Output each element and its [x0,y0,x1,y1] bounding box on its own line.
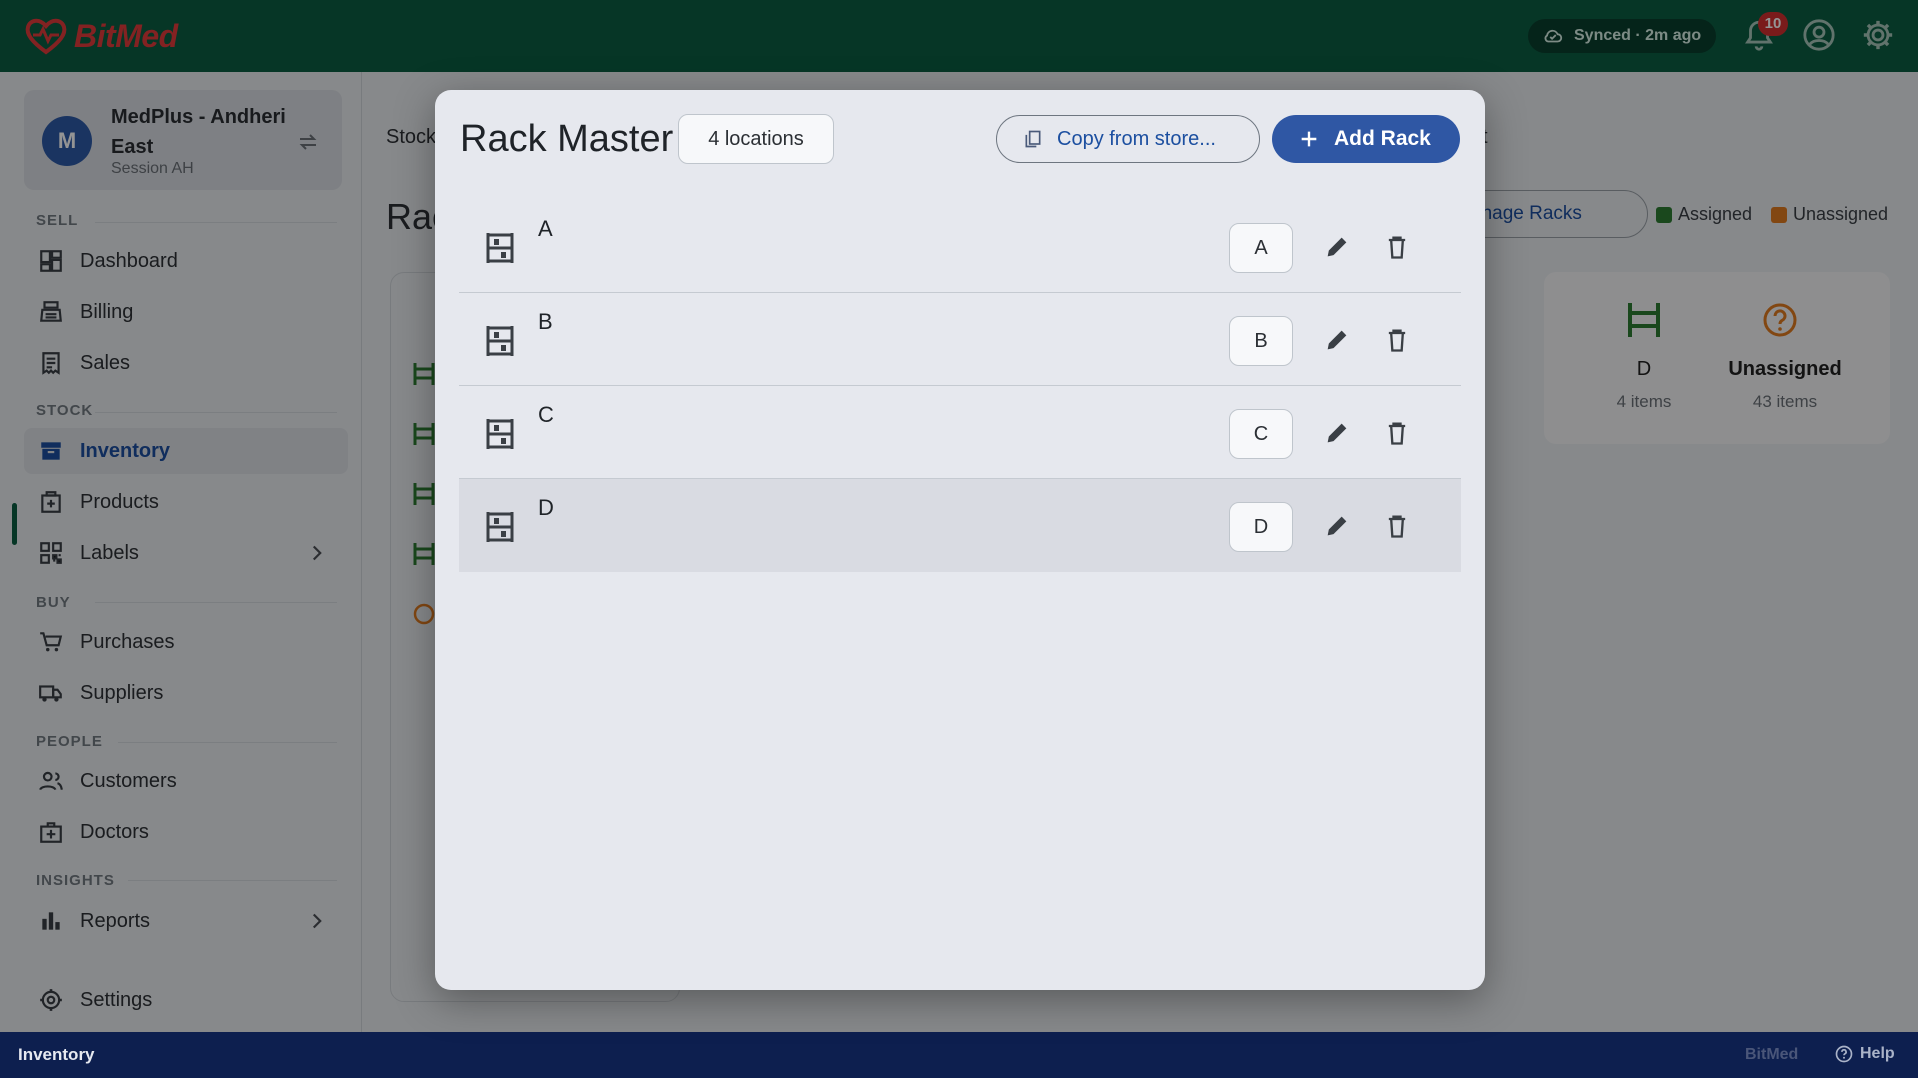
pencil-icon[interactable] [1323,233,1351,261]
status-bar-brand: BitMed [1745,1046,1799,1063]
copy-from-store-label: Copy from store... [1057,127,1216,150]
rack-row[interactable]: A A [459,200,1461,293]
rack-icon [486,419,514,449]
rack-code-badge: C [1229,409,1293,459]
plus-icon [1301,131,1317,147]
rack-icon [486,233,514,263]
trash-icon[interactable] [1383,512,1411,540]
copy-from-store-button[interactable]: Copy from store... [996,115,1260,163]
status-bar: Inventory BitMed Help [0,1032,1918,1078]
copy-icon [1025,130,1041,148]
rack-name: D [538,495,554,520]
status-bar-page: Inventory [18,1045,95,1064]
rack-icon [486,512,514,542]
pencil-icon[interactable] [1323,419,1351,447]
rack-list: A A B B C C D D [459,200,1461,572]
rack-name: B [538,309,553,334]
trash-icon[interactable] [1383,233,1411,261]
rack-name: A [538,216,553,241]
help-label: Help [1860,1045,1895,1062]
rack-row[interactable]: B B [459,293,1461,386]
rack-name: C [538,402,554,427]
help-link[interactable]: Help [1834,1044,1895,1064]
rack-code-badge: B [1229,316,1293,366]
trash-icon[interactable] [1383,419,1411,447]
rack-icon [486,326,514,356]
dialog-title: Rack Master [460,118,674,160]
rack-master-dialog: Rack Master 4 locations Copy from store.… [435,90,1485,990]
add-rack-label: Add Rack [1334,127,1431,150]
rack-row[interactable]: D D [459,479,1461,572]
add-rack-button[interactable]: Add Rack [1272,115,1460,163]
rack-code-badge: A [1229,223,1293,273]
help-icon [1835,1045,1853,1063]
pencil-icon[interactable] [1323,512,1351,540]
locations-count-badge: 4 locations [678,114,834,164]
trash-icon[interactable] [1383,326,1411,354]
rack-row[interactable]: C C [459,386,1461,479]
rack-code-badge: D [1229,502,1293,552]
pencil-icon[interactable] [1323,326,1351,354]
